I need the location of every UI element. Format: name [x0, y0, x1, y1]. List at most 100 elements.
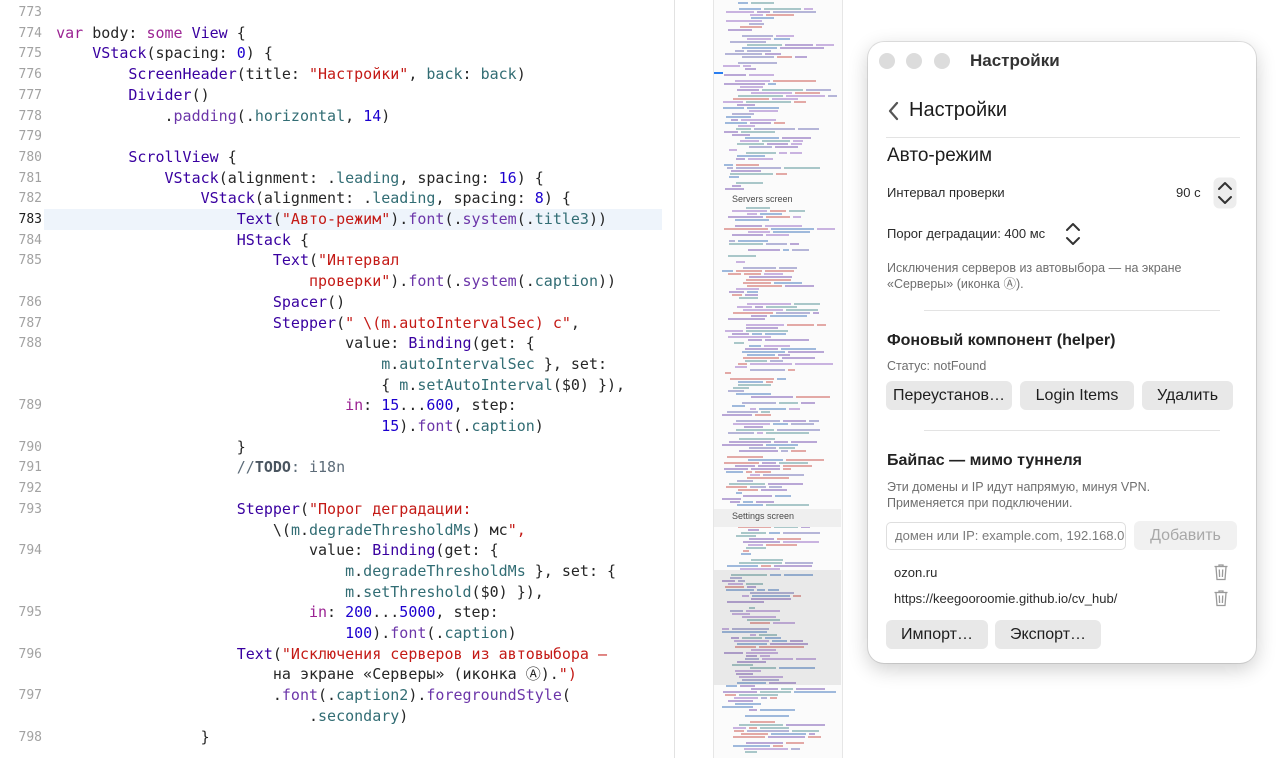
code-line[interactable]: 786 Spacer()	[0, 292, 674, 313]
code-text: Text("Исключения серверов из автовыбора …	[236, 644, 608, 663]
minimap-code-mark	[737, 480, 753, 482]
code-line[interactable]: 791 //TODO: i18n	[0, 457, 674, 478]
auto-note-line2: «Серверы» (иконка Ⓐ).	[887, 277, 1024, 291]
minimap-code-mark	[788, 369, 795, 371]
code-line[interactable]: на экране «Серверы» (иконка Ⓐ).")	[0, 664, 674, 685]
code-line[interactable]: 789 in: 15...600, step:	[0, 395, 674, 416]
code-line[interactable]: 778 .padding(.horizontal, 14)	[0, 106, 674, 127]
code-line[interactable]: 795 in: 200...5000, step:	[0, 602, 674, 623]
code-line[interactable]: 798 }	[0, 727, 674, 748]
import-button[interactable]: Импорт…	[886, 620, 988, 649]
threshold-stepper[interactable]	[1061, 218, 1085, 250]
minimap-code-mark	[801, 402, 815, 404]
delete-helper-button[interactable]: Удалить	[1142, 381, 1233, 410]
minimap-code-mark	[723, 691, 757, 693]
code-line[interactable]: 777 Divider()	[0, 85, 674, 106]
code-text: value: Binding(get: {	[20, 541, 499, 560]
minimap-code-mark	[743, 541, 780, 543]
code-text: in: 200...5000, step:	[308, 603, 499, 622]
minimap-code-mark	[761, 489, 787, 491]
code-line[interactable]: 784 HStack {	[0, 230, 674, 251]
code-text: }	[20, 727, 210, 746]
code-editor[interactable]: 773 774 var body: some View {775 VStack(s…	[0, 0, 674, 758]
minimap-code-mark	[751, 92, 792, 94]
code-line[interactable]: 782 VStack(alignment: .leading, spacing:…	[0, 188, 674, 209]
minimap-code-mark	[748, 529, 759, 531]
minimap-code-mark	[740, 140, 759, 142]
bypass-host-input[interactable]: домен или IP: example.com, 192.168.0	[886, 522, 1126, 550]
code-line[interactable]: 797 .font(.caption2).foregroundStyle(	[0, 685, 674, 706]
code-line[interactable]: m.degradeThresholdMs }, set: {	[0, 561, 674, 582]
close-window-button[interactable]	[879, 53, 895, 69]
login-items-button[interactable]: Login Items	[1020, 381, 1134, 410]
code-line[interactable]: 788 value: Binding(get: {	[0, 333, 674, 354]
code-line[interactable]: 781 VStack(alignment: .leading, spacing:…	[0, 168, 674, 189]
chevron-left-icon[interactable]	[886, 100, 900, 122]
zoom-window-button[interactable]	[934, 53, 950, 69]
minimap-code-mark	[749, 447, 776, 449]
minimap-code-mark	[738, 2, 748, 4]
trash-icon[interactable]	[1213, 589, 1229, 607]
minimap-code-mark	[747, 730, 789, 732]
code-line[interactable]: проверки").font(.system(.caption))	[0, 271, 674, 292]
add-bypass-button[interactable]: Добавить	[1134, 521, 1237, 550]
minimap-code-mark	[724, 131, 738, 133]
code-text: 100).font(.caption)	[345, 624, 517, 642]
minimap-code-mark	[755, 471, 771, 473]
code-line[interactable]: 15).font(.caption)	[0, 416, 674, 437]
stepper-arrows-icon[interactable]	[1213, 177, 1237, 209]
minimap-code-mark	[795, 92, 820, 94]
minimap-code-mark	[765, 225, 802, 227]
minimap-code-mark	[730, 501, 740, 503]
export-button[interactable]: Экспорт…	[995, 620, 1101, 649]
code-line[interactable]: 794 value: Binding(get: {	[0, 540, 674, 561]
code-line[interactable]: .secondary)	[0, 706, 674, 727]
code-line[interactable]: 793 Stepper("Порог деградации:	[0, 499, 674, 520]
minimap-code-mark	[773, 745, 783, 747]
code-line[interactable]: m.setThreshold($0) }),	[0, 582, 674, 603]
interval-stepper[interactable]	[1213, 177, 1237, 209]
minimap-code-mark	[746, 742, 783, 744]
minimap-code-mark	[739, 438, 775, 440]
code-line[interactable]: 785 Text("Интервал	[0, 250, 674, 271]
minimap-code-mark	[765, 333, 786, 335]
stepper-arrows-icon[interactable]	[1061, 218, 1085, 250]
minimap-code-mark	[764, 345, 790, 347]
minimap-code-mark	[747, 285, 782, 287]
bypass-entry: https://keegooroomie.github.io/cv_hub/	[894, 591, 1118, 606]
minimap-code-mark	[728, 336, 771, 338]
minimap-code-mark	[726, 20, 762, 22]
code-line[interactable]: 796 Text("Исключения серверов из автовыб…	[0, 644, 674, 665]
code-line[interactable]: 790 }	[0, 437, 674, 458]
minimap-code-mark	[733, 387, 749, 389]
minimap-code-mark	[747, 107, 779, 109]
code-line[interactable]: 783 Text("Авто-режим").font(.system(.tit…	[0, 209, 674, 230]
minimap-code-mark	[763, 474, 804, 476]
reinstall-button[interactable]: Переустанов…	[886, 381, 1012, 410]
code-line[interactable]: 779	[0, 126, 674, 147]
code-line[interactable]: m.autoIntervalSec }, set:	[0, 354, 674, 375]
minimap-code-mark	[773, 11, 816, 13]
code-text: 15).font(.caption)	[381, 417, 544, 435]
code-line[interactable]: 776 ScreenHeader(title: "Настройки", bac…	[0, 64, 674, 85]
minimap-code-mark	[730, 173, 773, 175]
code-line[interactable]: 773	[0, 2, 674, 23]
code-line[interactable]: 792	[0, 478, 674, 499]
minimap-code-mark	[771, 228, 814, 230]
code-line[interactable]: 775 VStack(spacing: 0) {	[0, 43, 674, 64]
minimap-code-mark	[786, 459, 824, 461]
minimap-code-mark	[742, 35, 773, 37]
code-line[interactable]: 100).font(.caption)	[0, 623, 674, 644]
code-line[interactable]: { m.setAutoInterval($0) }),	[0, 375, 674, 396]
code-line[interactable]: 774 var body: some View {	[0, 23, 674, 44]
trash-icon[interactable]	[1213, 563, 1229, 581]
minimap-code-mark	[749, 709, 757, 711]
line-number: 779	[18, 129, 42, 145]
minimize-window-button[interactable]	[906, 53, 922, 69]
code-line[interactable]: 780 ScrollView {	[0, 147, 674, 168]
code-line[interactable]: \(m.degradeThresholdMs) мс",	[0, 520, 674, 541]
minimap-code-mark	[724, 83, 765, 85]
code-text: m.setThreshold($0) }),	[345, 582, 544, 601]
code-line[interactable]: 787 Stepper(" \(m.autoIntervalSec) с",	[0, 313, 674, 334]
minimap-visible-region[interactable]	[714, 570, 841, 685]
